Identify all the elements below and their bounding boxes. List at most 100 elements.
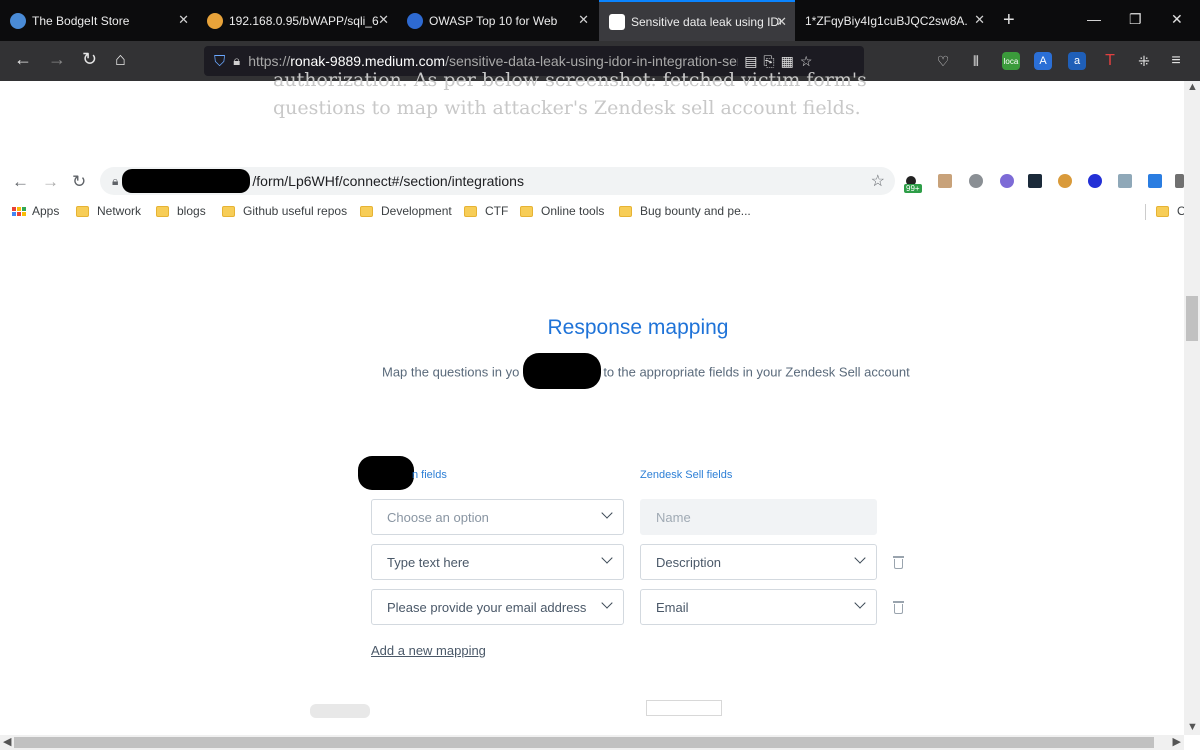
- embedded-url-text: /form/Lp6WHf/connect#/section/integratio…: [252, 173, 524, 189]
- horizontal-scrollbar[interactable]: ◀ ▶: [0, 735, 1184, 750]
- home-icon[interactable]: ⌂: [115, 49, 126, 70]
- folder-icon: [222, 205, 235, 217]
- library-icon[interactable]: ⫴: [967, 52, 985, 70]
- add-new-mapping-link[interactable]: Add a new mapping: [371, 643, 486, 658]
- extension-t-icon[interactable]: T: [1101, 52, 1119, 70]
- scrollbar-thumb[interactable]: [1186, 296, 1198, 341]
- menu-icon[interactable]: ≡: [1167, 52, 1185, 70]
- close-icon[interactable]: ✕: [178, 12, 189, 28]
- forward-arrow-icon: →: [42, 172, 59, 191]
- delete-mapping-trash-icon[interactable]: [893, 601, 904, 614]
- tab-sensitive-data-leak[interactable]: Sensitive data leak using IDO ✕: [599, 0, 795, 41]
- bookmark-folder: Bug bounty and pe...: [619, 204, 751, 218]
- page-title: Response mapping: [547, 316, 729, 339]
- extension-count-badge: 99+: [904, 184, 922, 193]
- close-icon[interactable]: ✕: [578, 12, 589, 28]
- minimize-button[interactable]: —: [1087, 11, 1101, 27]
- close-icon[interactable]: ✕: [974, 12, 985, 28]
- scrollbar-thumb[interactable]: [14, 737, 1154, 748]
- tab-title: 1*ZFqyBiy4Ig1cuBJQC2sw8A.png: [805, 13, 967, 28]
- extension-gear-icon: [969, 174, 983, 188]
- extension-brush-icon: [938, 174, 952, 188]
- bookmark-folder: Github useful repos: [222, 204, 347, 218]
- scroll-up-arrow-icon[interactable]: ▲: [1187, 81, 1198, 93]
- tab-bwapp[interactable]: 192.168.0.95/bWAPP/sqli_6.p ✕: [197, 0, 397, 41]
- apps-grid-icon: [12, 206, 26, 216]
- close-icon[interactable]: ✕: [776, 14, 787, 30]
- bookmark-folder: Online tools: [520, 204, 604, 218]
- redaction-mark: [523, 353, 602, 389]
- chevron-down-icon: [601, 552, 613, 564]
- folder-icon: [619, 205, 632, 217]
- tab-title: OWASP Top 10 for Web: [429, 13, 558, 28]
- folder-icon: [464, 205, 477, 217]
- zendesk-field-select[interactable]: Description: [640, 544, 877, 580]
- zendesk-field-select: Name: [640, 499, 877, 535]
- chevron-down-icon: [601, 597, 613, 609]
- scroll-right-arrow-icon[interactable]: ▶: [1173, 735, 1181, 748]
- back-arrow-icon: ←: [12, 172, 29, 191]
- extension-circle-icon: [1000, 174, 1014, 188]
- close-window-button[interactable]: ✕: [1171, 11, 1183, 28]
- bookmark-apps: Apps: [12, 204, 59, 218]
- article-paragraph: authorization. As per below screenshot: …: [273, 69, 867, 119]
- folder-icon: [76, 205, 89, 217]
- bookmark-folder: O: [1156, 204, 1186, 218]
- back-arrow-icon[interactable]: ←: [14, 49, 32, 70]
- redaction-mark: [358, 456, 414, 490]
- shield-icon[interactable]: ⛉: [214, 53, 225, 70]
- globe-icon: [10, 12, 26, 29]
- reload-icon[interactable]: ↻: [82, 49, 97, 70]
- zendesk-field-select[interactable]: Email: [640, 589, 877, 625]
- bookmark-folder: Development: [360, 204, 452, 218]
- extension-loca-icon[interactable]: loca: [1002, 52, 1020, 70]
- tab-bodgeit-store[interactable]: The BodgeIt Store ✕: [0, 0, 197, 41]
- form-field-select[interactable]: Type text here: [371, 544, 624, 580]
- chevron-down-icon: [601, 507, 613, 519]
- page-subtitle: Map the questions in yo to the appropriat…: [382, 353, 910, 389]
- extension-translate-icon[interactable]: A: [1034, 52, 1052, 70]
- extension-badge-icon: 99+: [904, 176, 928, 194]
- bookmark-separator: [1145, 204, 1146, 220]
- tab-owasp[interactable]: OWASP Top 10 for Web ✕: [397, 0, 597, 41]
- extension-blue-dot-icon: [1088, 174, 1102, 188]
- lock-icon: 🔒︎: [112, 173, 119, 188]
- extension-s-icon: [1148, 174, 1162, 188]
- star-icon: ☆: [870, 173, 885, 190]
- form-field-select[interactable]: Please provide your email address: [371, 589, 624, 625]
- folder-icon: [1156, 205, 1169, 217]
- chevron-down-icon: [854, 552, 866, 564]
- close-icon[interactable]: ✕: [378, 12, 389, 28]
- extension-language-icon[interactable]: a: [1068, 52, 1086, 70]
- tab-title: Sensitive data leak using IDO: [631, 14, 781, 29]
- bee-icon: [207, 12, 223, 29]
- firefox-tab-bar: The BodgeIt Store ✕ 192.168.0.95/bWAPP/s…: [0, 0, 1200, 41]
- tab-title: The BodgeIt Store: [32, 13, 130, 28]
- vertical-scrollbar[interactable]: ▲ ▼: [1184, 81, 1200, 735]
- delete-mapping-trash-icon[interactable]: [893, 556, 904, 569]
- extensions-grid-icon[interactable]: ⁜: [1135, 52, 1153, 70]
- bookmark-folder: blogs: [156, 204, 206, 218]
- extension-cookie-icon: [1058, 174, 1072, 188]
- folder-icon: [156, 205, 169, 217]
- extension-sheet-icon: [1118, 174, 1132, 188]
- scroll-down-arrow-icon[interactable]: ▼: [1187, 721, 1198, 733]
- lock-icon[interactable]: 🔒︎: [233, 53, 240, 69]
- chevron-down-icon: [854, 597, 866, 609]
- bookmark-folder: Network: [76, 204, 141, 218]
- left-column-header: n fields: [412, 469, 447, 481]
- new-tab-button[interactable]: +: [1003, 9, 1015, 32]
- folder-icon: [520, 205, 533, 217]
- scroll-left-arrow-icon[interactable]: ◀: [3, 735, 11, 748]
- right-column-header: Zendesk Sell fields: [640, 469, 733, 481]
- tab-png-image[interactable]: 1*ZFqyBiy4Ig1cuBJQC2sw8A.png ✕: [797, 0, 993, 41]
- extension-react-icon: [1028, 174, 1042, 188]
- restore-button[interactable]: ❐: [1129, 11, 1142, 28]
- forward-arrow-icon[interactable]: →: [48, 49, 66, 70]
- owasp-icon: [407, 12, 423, 29]
- faded-partial-content: [278, 700, 748, 720]
- reload-icon: ↻: [72, 172, 87, 191]
- tab-title: 192.168.0.95/bWAPP/sqli_6.p: [229, 13, 379, 28]
- folder-icon: [360, 205, 373, 217]
- form-field-select[interactable]: Choose an option: [371, 499, 624, 535]
